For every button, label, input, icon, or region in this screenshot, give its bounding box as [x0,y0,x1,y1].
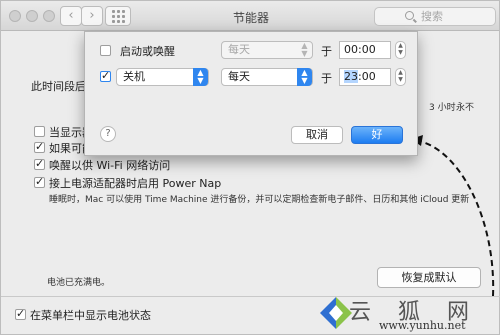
startup-time-stepper[interactable]: ▲ ▼ [395,41,406,59]
shutdown-time-field[interactable]: 23:00 [339,68,391,86]
shutdown-action-value: 关机 [123,70,145,83]
search-icon [405,11,414,20]
startup-time-value: 00:00 [344,43,376,56]
chevron-updown-icon: ▲ ▼ [301,41,308,58]
startup-frequency-value: 每天 [228,43,250,56]
display-sleep-checkbox[interactable] [34,126,45,137]
ok-button[interactable]: 好 [351,126,403,144]
startup-wake-label: 启动或唤醒 [120,45,175,58]
menubar-battery-checkbox[interactable] [15,307,26,320]
disk-sleep-checkbox[interactable] [34,140,45,153]
shutdown-time-rest: :00 [358,70,376,83]
power-nap-label: 接上电源适配器时启用 Power Nap [49,177,222,190]
menubar-battery-label: 在菜单栏中显示电池状态 [30,309,151,322]
shutdown-time-stepper[interactable]: ▲ ▼ [395,68,406,86]
startup-wake-checkbox[interactable] [100,45,111,56]
search-placeholder: 搜索 [421,10,443,23]
chevron-updown-icon: ▲ ▼ [297,68,312,86]
shutdown-at-label: 于 [321,72,332,85]
watermark-url: www.yunhu.net [379,319,466,332]
startup-at-label: 于 [321,45,332,58]
shutdown-action-popup[interactable]: 关机 ▲ ▼ [116,68,209,86]
shutdown-checkbox[interactable] [100,69,111,82]
startup-time-field[interactable]: 00:00 [339,41,391,59]
shutdown-frequency-popup[interactable]: 每天 ▲ ▼ [221,68,313,86]
search-input[interactable]: 搜索 [374,7,496,26]
cancel-button[interactable]: 取消 [291,126,343,144]
help-icon: ? [105,128,111,139]
slider-label-3h: 3 小时 [429,103,456,113]
preferences-window: ‹ › 节能器 搜索 此时间段后关 3 小时 永不 当显示器 如果可能 唤醒以供… [0,0,500,335]
title-bar: ‹ › 节能器 搜索 [1,1,499,31]
schedule-sheet: 启动或唤醒 每天 ▲▼ 于 00:00 ▲▼ 关机 ▲▼ 每天 ▲▼ 于 23:… [84,31,418,156]
startup-frequency-popup[interactable]: 每天 ▲ ▼ [221,41,313,59]
annotation-arrow [411,135,495,297]
chevron-updown-icon: ▲ ▼ [193,68,208,86]
shutdown-time-hour: 23 [344,70,358,83]
slider-label-never: 永不 [456,103,475,113]
shutdown-frequency-value: 每天 [228,70,250,83]
power-nap-checkbox[interactable] [34,175,45,188]
wifi-wake-checkbox[interactable] [34,157,45,170]
battery-status: 电池已充满电。 [47,278,111,288]
help-button[interactable]: ? [100,126,116,142]
wifi-wake-label: 唤醒以供 Wi-Fi 网络访问 [49,159,171,172]
